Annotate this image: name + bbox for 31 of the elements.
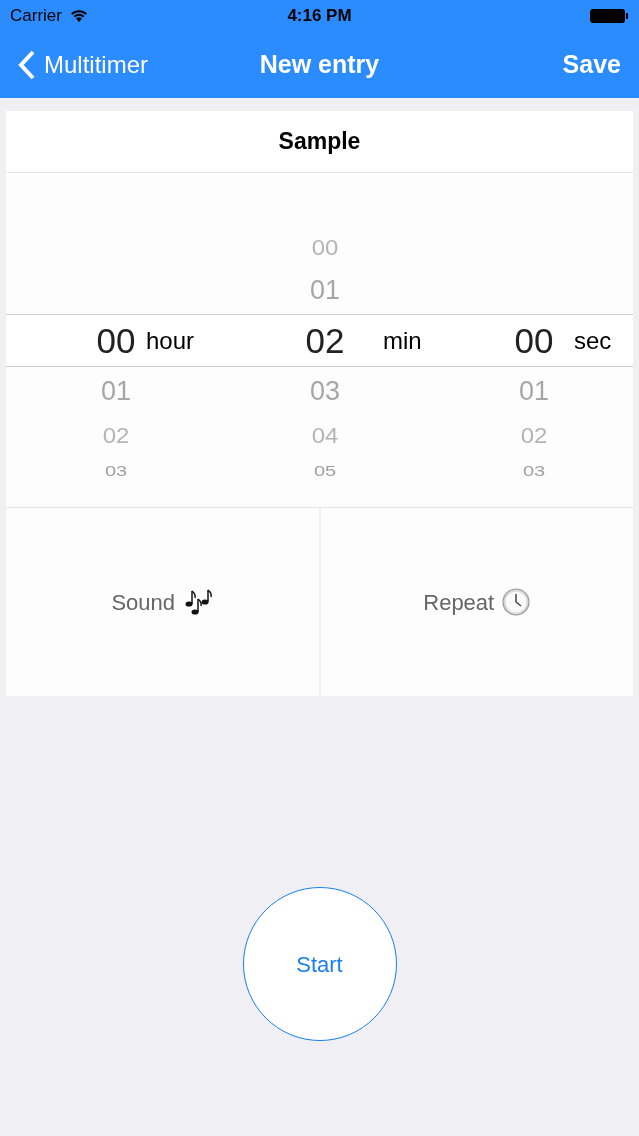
selected-value: 00 — [95, 320, 137, 362]
selected-value: 00 — [513, 320, 555, 362]
screen-title: New entry — [259, 49, 380, 81]
unit-label: sec — [574, 326, 612, 357]
save-button[interactable]: Save — [562, 46, 621, 84]
start-button[interactable]: Start — [242, 887, 397, 1041]
picker-value: 02 — [102, 422, 130, 450]
battery-icon — [589, 8, 629, 24]
selected-value: 02 — [304, 320, 346, 362]
unit-label: min — [383, 326, 422, 357]
picker-value: 02 — [520, 422, 548, 450]
picker-value: 03 — [522, 461, 546, 482]
picker-value: 01 — [100, 374, 131, 408]
picker-value: 01 — [309, 274, 340, 308]
chevron-left-icon — [18, 49, 36, 81]
picker-value: 00 — [311, 233, 339, 262]
picker-value: 05 — [313, 461, 337, 482]
picker-value: 03 — [309, 374, 340, 408]
picker-value: 03 — [104, 461, 128, 482]
status-time: 4:16 PM — [287, 5, 352, 28]
option-button[interactable]: Sound — [6, 508, 319, 696]
unit-label: hour — [146, 326, 195, 357]
picker-value: 04 — [311, 422, 339, 450]
wifi-icon — [69, 9, 88, 23]
picker-value: 01 — [518, 374, 549, 408]
music-notes-icon — [183, 588, 214, 616]
option-button[interactable]: Repeat — [320, 508, 633, 696]
entry-name: Sample — [278, 127, 361, 157]
clock-icon — [502, 588, 531, 616]
carrier-label: Carrier — [10, 5, 62, 28]
back-button[interactable]: Multitimer — [18, 47, 148, 83]
